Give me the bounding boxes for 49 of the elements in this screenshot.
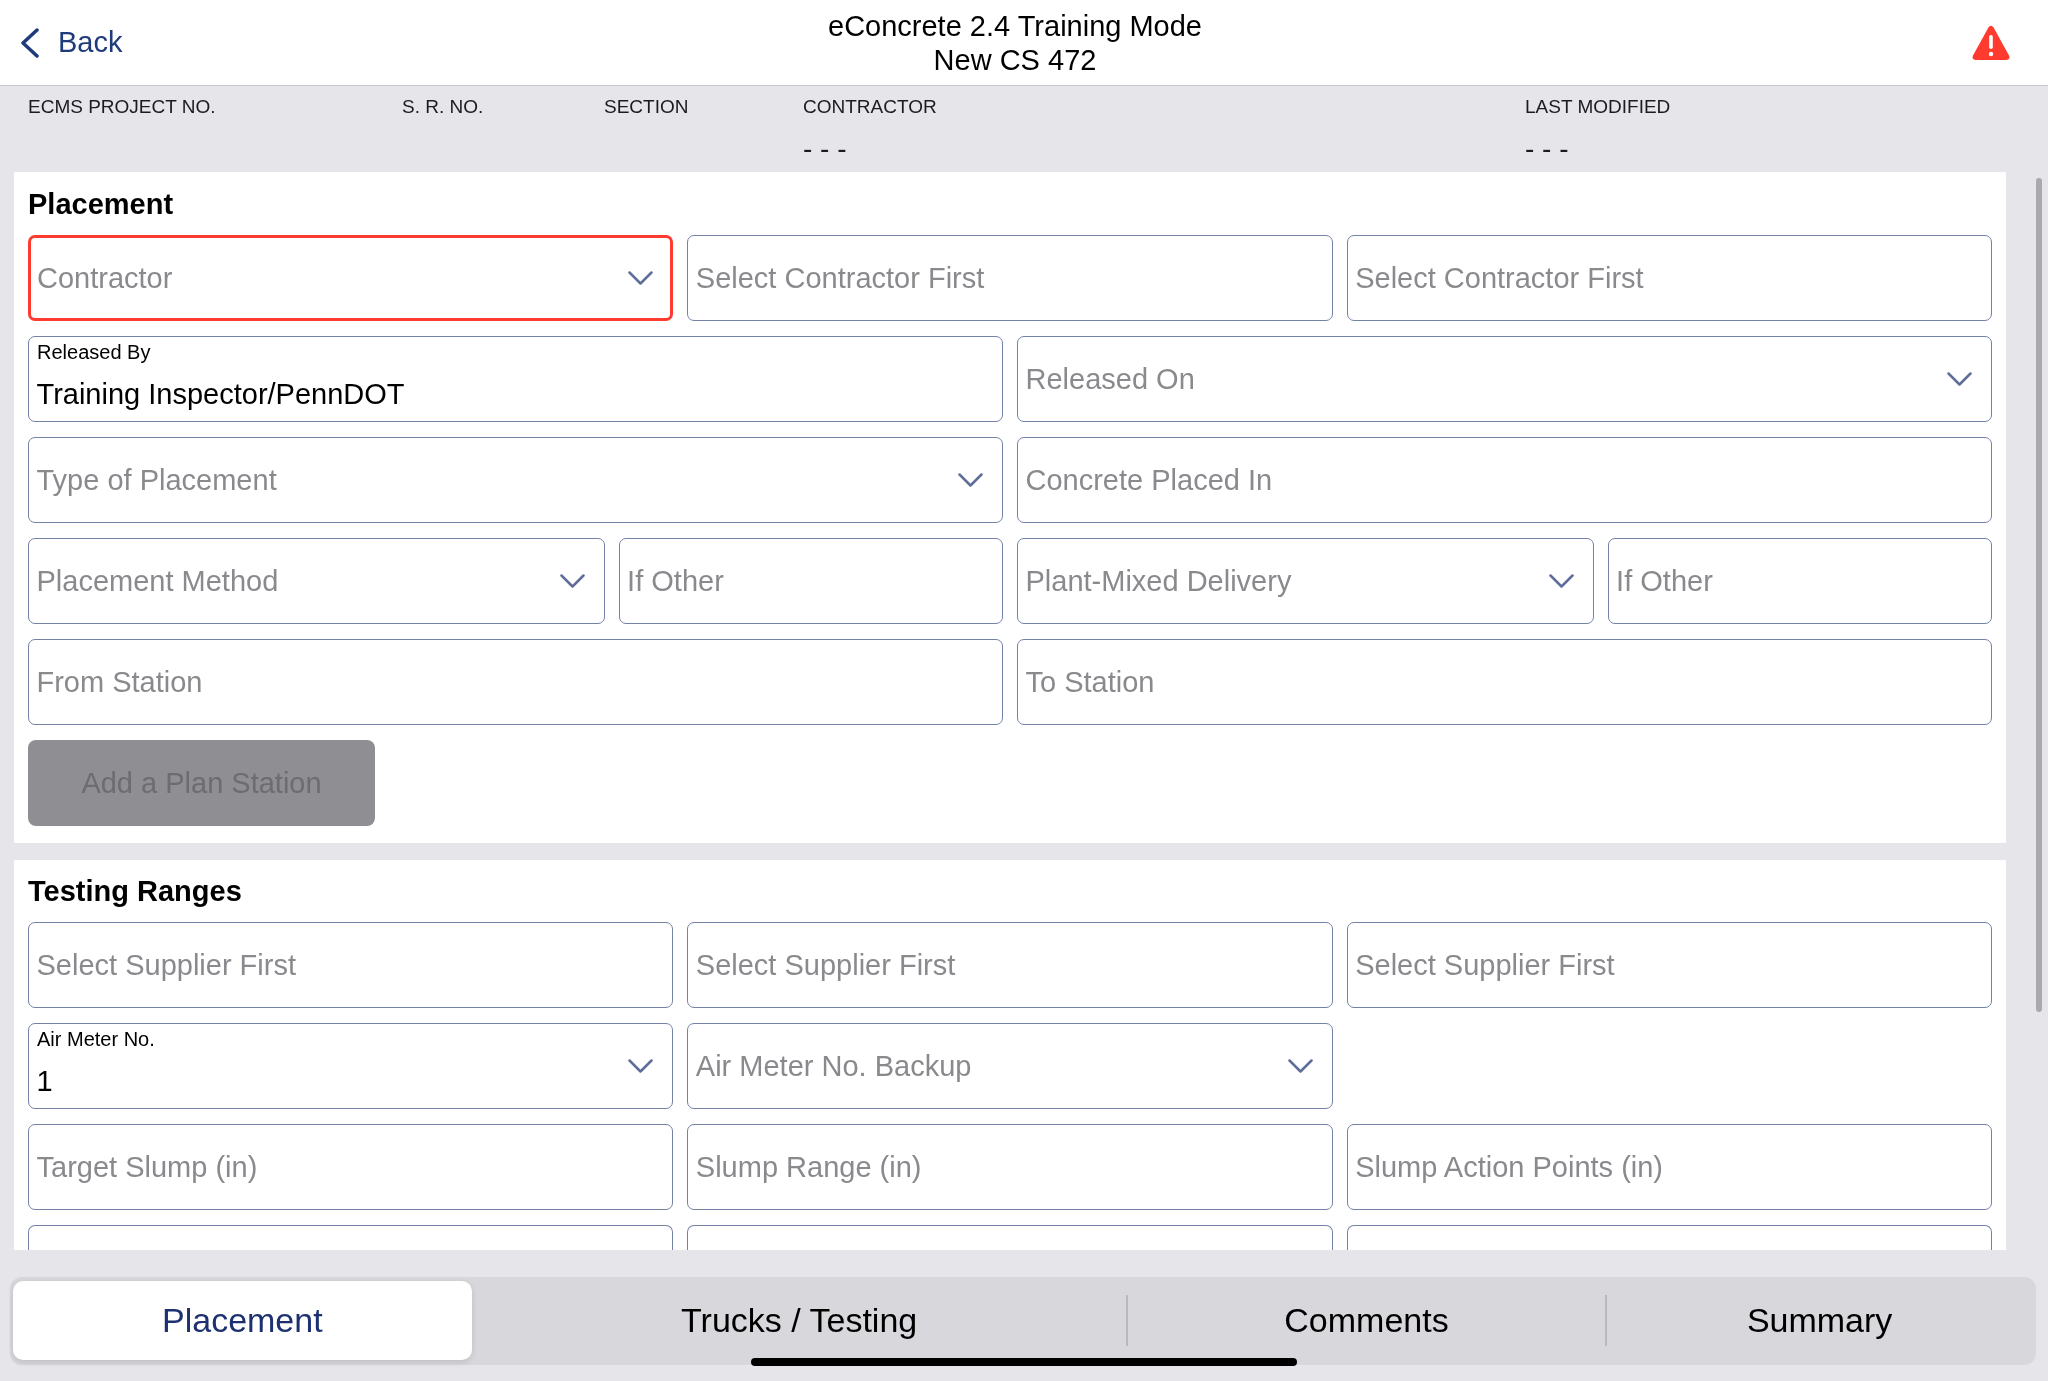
chevron-down-icon <box>1287 1059 1313 1073</box>
field-label: Released By <box>37 341 151 363</box>
chevron-down-icon <box>559 574 585 588</box>
info-value: - - - <box>803 136 847 162</box>
text-field[interactable]: Concrete Placed In <box>1017 437 1992 523</box>
text-field[interactable]: From Station <box>28 639 1003 725</box>
section-title: Testing Ranges <box>28 874 243 909</box>
header-subtitle: New CS 472 <box>933 42 1097 77</box>
text-field[interactable]: Select Supplier First <box>1346 922 1992 1008</box>
info-value: - - - <box>1525 136 1569 162</box>
info-label: SECTION <box>604 96 689 118</box>
info-label: ECMS PROJECT NO. <box>28 96 216 118</box>
text-field[interactable]: Slump Action Points (in) <box>1346 1124 1992 1210</box>
select-field[interactable]: Placement Method <box>28 538 605 624</box>
warning-icon[interactable] <box>1972 24 2010 61</box>
field-label: Air Meter No. <box>37 1028 155 1050</box>
text-field[interactable] <box>1346 1225 1992 1250</box>
select-field[interactable]: Plant-Mixed Delivery <box>1017 538 1594 624</box>
select-field[interactable]: Released On <box>1017 336 1992 422</box>
text-field[interactable]: Select Contractor First <box>1346 235 1992 321</box>
tab[interactable]: Placement <box>13 1281 472 1360</box>
chevron-down-icon <box>1548 574 1574 588</box>
info-label: S. R. NO. <box>402 96 484 118</box>
info-label: LAST MODIFIED <box>1525 96 1671 118</box>
text-field[interactable]: To Station <box>1017 639 1992 725</box>
chevron-left-icon <box>20 27 40 58</box>
chevron-down-icon <box>1947 372 1972 386</box>
text-field[interactable]: Target Slump (in) <box>28 1124 674 1210</box>
back-button[interactable]: Back <box>20 26 123 59</box>
select-field[interactable]: Contractor <box>28 235 674 321</box>
text-field[interactable]: Select Supplier First <box>28 922 674 1008</box>
text-field[interactable]: Slump Range (in) <box>687 1124 1333 1210</box>
chevron-down-icon <box>628 271 654 285</box>
text-field[interactable]: Select Contractor First <box>687 235 1333 321</box>
info-label: CONTRACTOR <box>803 96 937 118</box>
section-title: Placement <box>28 187 175 222</box>
chevron-down-icon <box>628 1059 654 1073</box>
select-field[interactable]: Type of Placement <box>28 437 1003 523</box>
tab[interactable]: Trucks / Testing <box>471 1281 1127 1360</box>
text-field[interactable] <box>687 1225 1333 1250</box>
tab[interactable]: Summary <box>1606 1281 2033 1360</box>
text-field[interactable] <box>28 1225 674 1250</box>
chevron-down-icon <box>958 473 983 487</box>
text-field[interactable]: Select Supplier First <box>687 922 1333 1008</box>
header-title: eConcrete 2.4 Training Mode <box>828 8 1202 43</box>
text-field[interactable]: If Other <box>1607 538 1992 624</box>
select-field[interactable]: Air Meter No. Backup <box>687 1023 1333 1109</box>
text-field[interactable]: If Other <box>618 538 1003 624</box>
tab[interactable]: Comments <box>1126 1281 1607 1360</box>
